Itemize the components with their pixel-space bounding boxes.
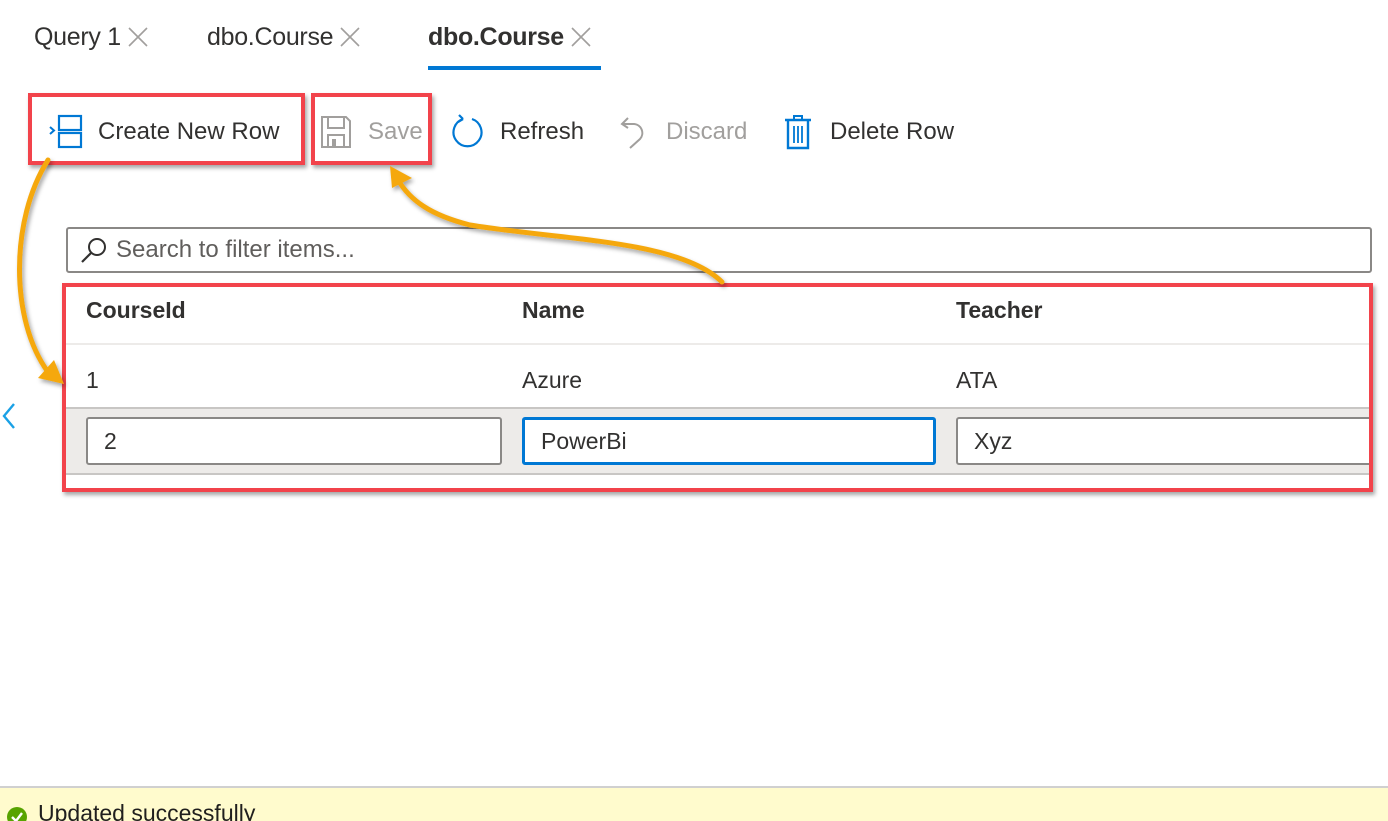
data-grid: CourseId Name Teacher 1 Azure ATA [66, 287, 1370, 488]
save-icon [318, 114, 354, 150]
discard-button[interactable]: Discard [616, 100, 747, 164]
discard-label: Discard [666, 118, 748, 145]
status-bar: Updated successfully [0, 786, 1388, 821]
search-icon [80, 236, 108, 264]
courseid-input[interactable] [86, 417, 502, 465]
refresh-icon [450, 114, 486, 150]
tab-label: dbo.Course [207, 23, 334, 51]
delete-row-button[interactable]: Delete Row [780, 100, 954, 164]
arrow-create-to-grid [17, 157, 64, 384]
chevron-left-icon [2, 403, 15, 429]
status-message: Updated successfully [38, 800, 256, 821]
close-icon[interactable] [570, 26, 592, 48]
delete-row-label: Delete Row [830, 118, 955, 145]
add-row-icon [48, 114, 84, 150]
teacher-input[interactable] [956, 417, 1370, 465]
success-check-icon [6, 806, 28, 821]
close-icon[interactable] [339, 26, 361, 48]
cell-name: Azure [522, 367, 583, 393]
refresh-button[interactable]: Refresh [450, 100, 584, 164]
tab-dbo-course[interactable]: dbo.Course [207, 20, 361, 70]
tab-label: dbo.Course [428, 23, 564, 51]
tab-dbo-course-active[interactable]: dbo.Course [428, 20, 601, 70]
save-label: Save [368, 118, 423, 145]
name-input[interactable] [522, 417, 936, 465]
undo-icon [616, 114, 652, 150]
tab-label: Query 1 [34, 23, 121, 51]
trash-icon [780, 114, 816, 150]
create-new-row-button[interactable]: Create New Row [48, 100, 279, 164]
search-input[interactable] [116, 236, 1316, 264]
column-header-name[interactable]: Name [522, 297, 585, 324]
column-header-teacher[interactable]: Teacher [956, 297, 1043, 324]
refresh-label: Refresh [500, 118, 585, 145]
search-box[interactable] [66, 227, 1372, 273]
tab-query-1[interactable]: Query 1 [34, 20, 149, 70]
save-button[interactable]: Save [318, 100, 423, 164]
tab-bar: Query 1 dbo.Course dbo.Course [0, 0, 1388, 70]
column-header-courseid[interactable]: CourseId [86, 297, 186, 324]
collapse-panel-button[interactable] [0, 400, 20, 432]
create-new-row-label: Create New Row [98, 118, 280, 145]
close-icon[interactable] [127, 26, 149, 48]
cell-teacher: ATA [956, 367, 998, 393]
new-row-editor [66, 407, 1370, 475]
cell-courseid: 1 [86, 367, 99, 393]
toolbar: Create New Row Save Refresh Discard Dele… [0, 100, 1388, 164]
grid-header: CourseId Name Teacher [66, 287, 1370, 345]
table-row[interactable]: 1 Azure ATA [66, 347, 1370, 407]
